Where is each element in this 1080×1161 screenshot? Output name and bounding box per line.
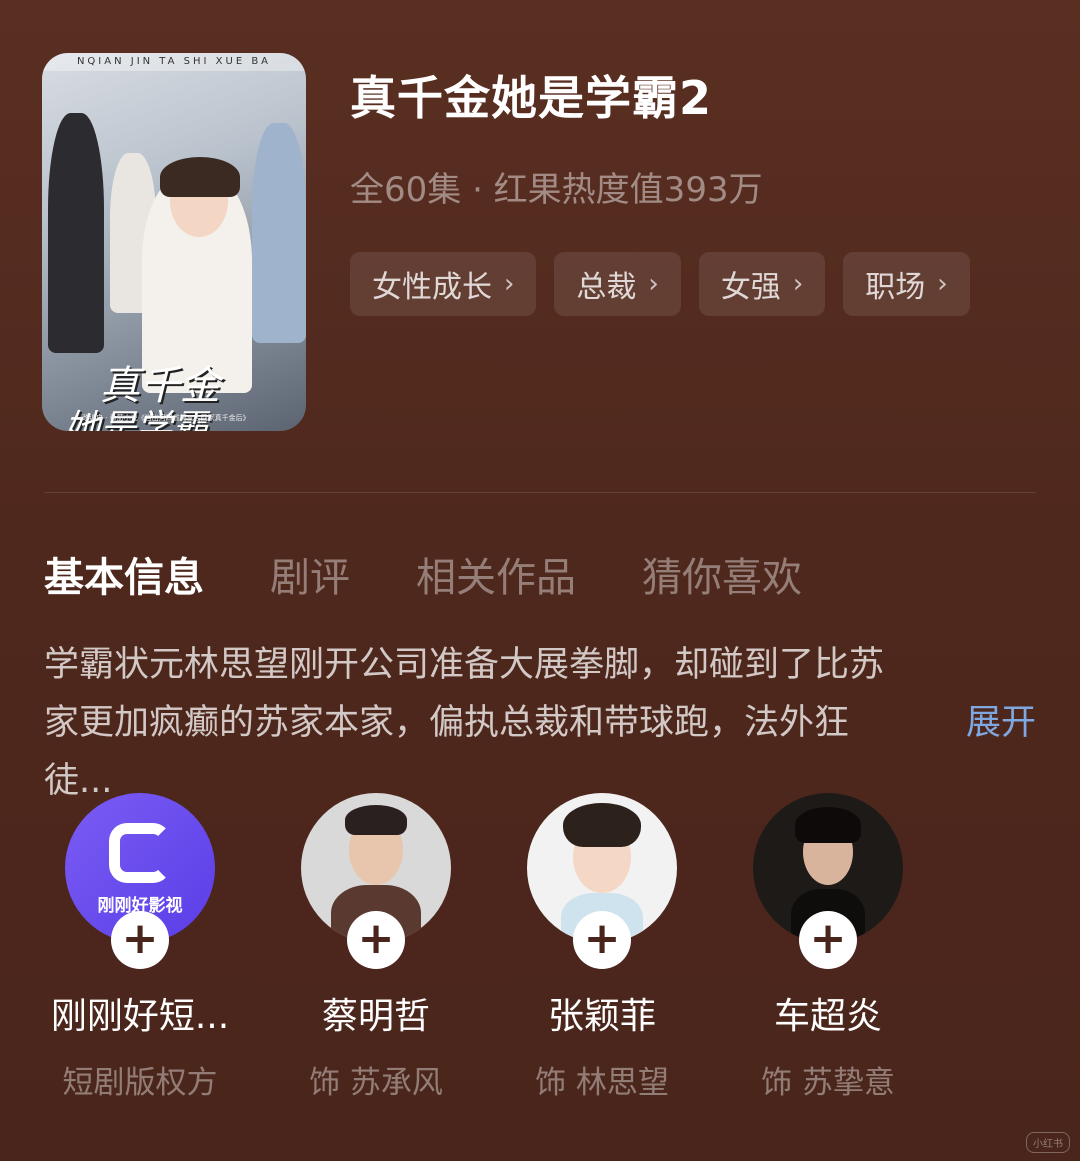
- tag-chip[interactable]: 职场 ›: [843, 252, 970, 316]
- tag-chip[interactable]: 总裁 ›: [554, 252, 681, 316]
- chevron-right-icon: ›: [648, 269, 659, 299]
- follow-plus-icon[interactable]: +: [573, 911, 631, 969]
- tag-label: 职场: [865, 270, 926, 305]
- section-divider: [44, 492, 1036, 493]
- cast-name: 刚刚好短...: [50, 996, 230, 1037]
- avatar[interactable]: +: [753, 793, 903, 969]
- drama-meta: 全60集 · 红果热度值393万: [350, 170, 763, 210]
- tag-chip[interactable]: 女性成长 ›: [350, 252, 537, 316]
- expand-button[interactable]: 展开: [966, 694, 1036, 752]
- cast-item[interactable]: 刚刚好影视 + 刚刚好短... 短剧版权方: [40, 793, 240, 1102]
- studio-logo-icon: [109, 823, 171, 883]
- poster-figure-left: [48, 113, 104, 353]
- drama-title: 真千金她是学霸2: [350, 71, 713, 125]
- tag-label: 总裁: [576, 270, 637, 305]
- tab-recommendations[interactable]: 猜你喜欢: [642, 545, 802, 603]
- cast-role: 短剧版权方: [62, 1065, 218, 1101]
- actor-photo-hair: [345, 805, 407, 835]
- tag-chip[interactable]: 女强 ›: [698, 252, 826, 316]
- chevron-right-icon: ›: [504, 269, 515, 299]
- poster-band-text: NQIAN JIN TA SHI XUE BA: [42, 53, 306, 71]
- tab-reviews[interactable]: 剧评: [270, 545, 350, 603]
- chevron-right-icon: ›: [792, 269, 804, 299]
- cast-role: 饰 苏挚意: [761, 1065, 895, 1101]
- avatar[interactable]: +: [527, 793, 677, 969]
- drama-poster[interactable]: NQIAN JIN TA SHI XUE BA 真千金 她是学霸 改编自 · 番…: [42, 53, 306, 431]
- watermark: 小红书: [1026, 1132, 1070, 1153]
- cast-name: 蔡明哲: [321, 996, 430, 1037]
- tag-label: 女强: [720, 270, 781, 305]
- actor-photo-hair: [563, 803, 641, 847]
- poster-hair-center: [160, 157, 240, 197]
- poster-fine-print: 改编自 · 番茄小说《当山河四省第三名回家真千金后》: [82, 414, 250, 422]
- avatar[interactable]: 刚刚好影视 +: [65, 793, 215, 969]
- cast-item[interactable]: + 张颖菲 饰 林思望: [502, 793, 702, 1102]
- cast-item[interactable]: + 车超炎 饰 苏挚意: [728, 793, 928, 1102]
- chevron-right-icon: ›: [937, 269, 948, 299]
- cast-name: 车超炎: [773, 996, 882, 1037]
- actor-photo-hair: [795, 807, 861, 843]
- follow-plus-icon[interactable]: +: [111, 911, 169, 969]
- cast-name: 张颖菲: [547, 996, 656, 1037]
- follow-plus-icon[interactable]: +: [799, 911, 857, 969]
- detail-tabs: 基本信息 剧评 相关作品 猜你喜欢: [44, 545, 802, 603]
- cast-role: 饰 苏承风: [309, 1065, 443, 1101]
- cast-role: 饰 林思望: [535, 1065, 669, 1101]
- cast-item[interactable]: + 蔡明哲 饰 苏承风: [276, 793, 476, 1102]
- tag-label: 女性成长: [372, 270, 492, 305]
- drama-description: 学霸状元林思望刚开公司准备大展拳脚，却碰到了比苏家更加疯癫的苏家本家，偏执总裁和…: [44, 645, 885, 801]
- avatar[interactable]: +: [301, 793, 451, 969]
- poster-figure-right: [252, 123, 306, 343]
- follow-plus-icon[interactable]: +: [347, 911, 405, 969]
- tab-basic-info[interactable]: 基本信息: [44, 545, 204, 603]
- tag-list: 女性成长 › 总裁 › 女强 › 职场 ›: [350, 252, 970, 316]
- tab-related-works[interactable]: 相关作品: [416, 545, 576, 603]
